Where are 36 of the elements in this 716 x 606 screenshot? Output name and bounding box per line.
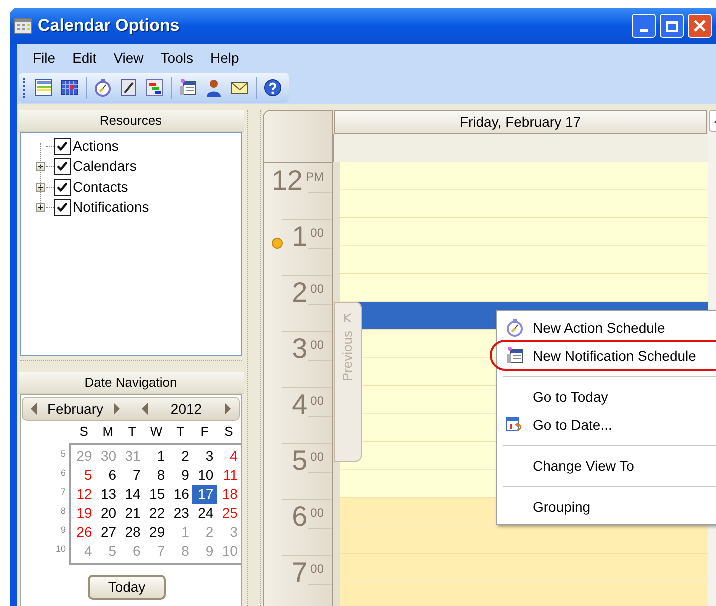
minute-label: 00 bbox=[310, 449, 324, 466]
minute-label: 00 bbox=[310, 561, 324, 578]
week-number: 7 bbox=[60, 486, 67, 499]
minute-label: 00 bbox=[310, 505, 324, 522]
day-header: Friday, February 17 bbox=[334, 110, 707, 134]
weekday-label: T bbox=[127, 422, 138, 440]
minute-label: 00 bbox=[310, 337, 324, 354]
week-number: 6 bbox=[60, 467, 67, 480]
week-number: 8 bbox=[60, 505, 67, 518]
minute-label: 00 bbox=[310, 393, 324, 410]
minute-label: PM bbox=[306, 169, 324, 186]
hour-label: 1 bbox=[292, 222, 308, 252]
weekday-label: S bbox=[78, 422, 90, 440]
weekday-label: F bbox=[200, 422, 210, 440]
week-number: 10 bbox=[54, 543, 67, 556]
hour-label: 4 bbox=[292, 390, 308, 420]
hour-label: 2 bbox=[292, 278, 308, 308]
tab-label: Previous bbox=[339, 331, 356, 382]
year-label: 2012 bbox=[170, 400, 204, 418]
month-label: February bbox=[46, 400, 105, 419]
hour-label: 6 bbox=[292, 502, 308, 532]
hour-label: 3 bbox=[292, 334, 308, 364]
weekday-label: M bbox=[102, 422, 115, 440]
weekday-label: S bbox=[224, 422, 234, 440]
weekday-label: W bbox=[149, 422, 164, 440]
hour-label: 7 bbox=[292, 558, 308, 588]
panel-header: Resources bbox=[18, 110, 244, 132]
panel-header: Date Navigation bbox=[18, 372, 244, 394]
hour-label: 12 bbox=[272, 166, 303, 196]
week-number: 9 bbox=[60, 524, 67, 537]
minute-label: 00 bbox=[310, 225, 324, 242]
minute-label: 00 bbox=[310, 281, 324, 298]
window-title: Calendar Options bbox=[38, 15, 180, 38]
week-number: 5 bbox=[60, 448, 67, 461]
weekday-label: T bbox=[176, 422, 186, 440]
hour-label: 5 bbox=[292, 446, 308, 476]
